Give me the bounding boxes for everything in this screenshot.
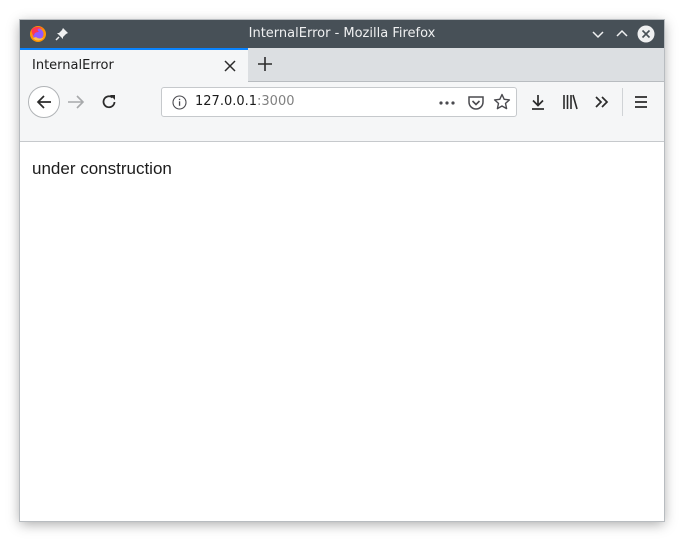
url-bar[interactable]: 127.0.0.1:3000 — [161, 87, 517, 117]
toolbar-separator — [622, 88, 623, 116]
more-icon[interactable] — [438, 94, 456, 112]
browser-window: InternalError - Mozilla Firefox Internal… — [20, 20, 664, 521]
close-icon[interactable] — [637, 25, 655, 43]
forward-icon — [68, 95, 85, 109]
forward-button[interactable] — [66, 92, 86, 112]
star-icon[interactable] — [493, 93, 511, 111]
new-tab-icon[interactable] — [256, 55, 274, 73]
library-icon[interactable] — [561, 93, 579, 111]
back-icon — [36, 95, 51, 109]
tab-strip: InternalError — [20, 48, 664, 82]
tab-internalerror[interactable]: InternalError — [20, 48, 248, 82]
url-port: :3000 — [257, 94, 295, 109]
menu-icon[interactable] — [632, 93, 650, 111]
back-button[interactable] — [28, 86, 60, 118]
info-icon[interactable] — [172, 95, 187, 110]
tab-label: InternalError — [32, 58, 114, 73]
title-bar: InternalError - Mozilla Firefox — [20, 20, 664, 48]
tab-close-icon[interactable] — [222, 58, 238, 74]
download-icon[interactable] — [529, 93, 547, 111]
minimize-icon[interactable] — [589, 25, 607, 43]
overflow-icon[interactable] — [593, 93, 611, 111]
reload-button[interactable] — [99, 92, 119, 112]
navigation-toolbar: 127.0.0.1:3000 — [20, 82, 664, 142]
window-title: InternalError - Mozilla Firefox — [248, 26, 436, 41]
page-message: under construction — [32, 159, 172, 178]
page-content: under construction — [20, 142, 664, 521]
reload-icon — [102, 95, 116, 109]
maximize-icon[interactable] — [613, 25, 631, 43]
url-text[interactable]: 127.0.0.1:3000 — [195, 88, 295, 116]
url-host: 127.0.0.1 — [195, 94, 258, 109]
pocket-icon[interactable] — [467, 94, 485, 112]
